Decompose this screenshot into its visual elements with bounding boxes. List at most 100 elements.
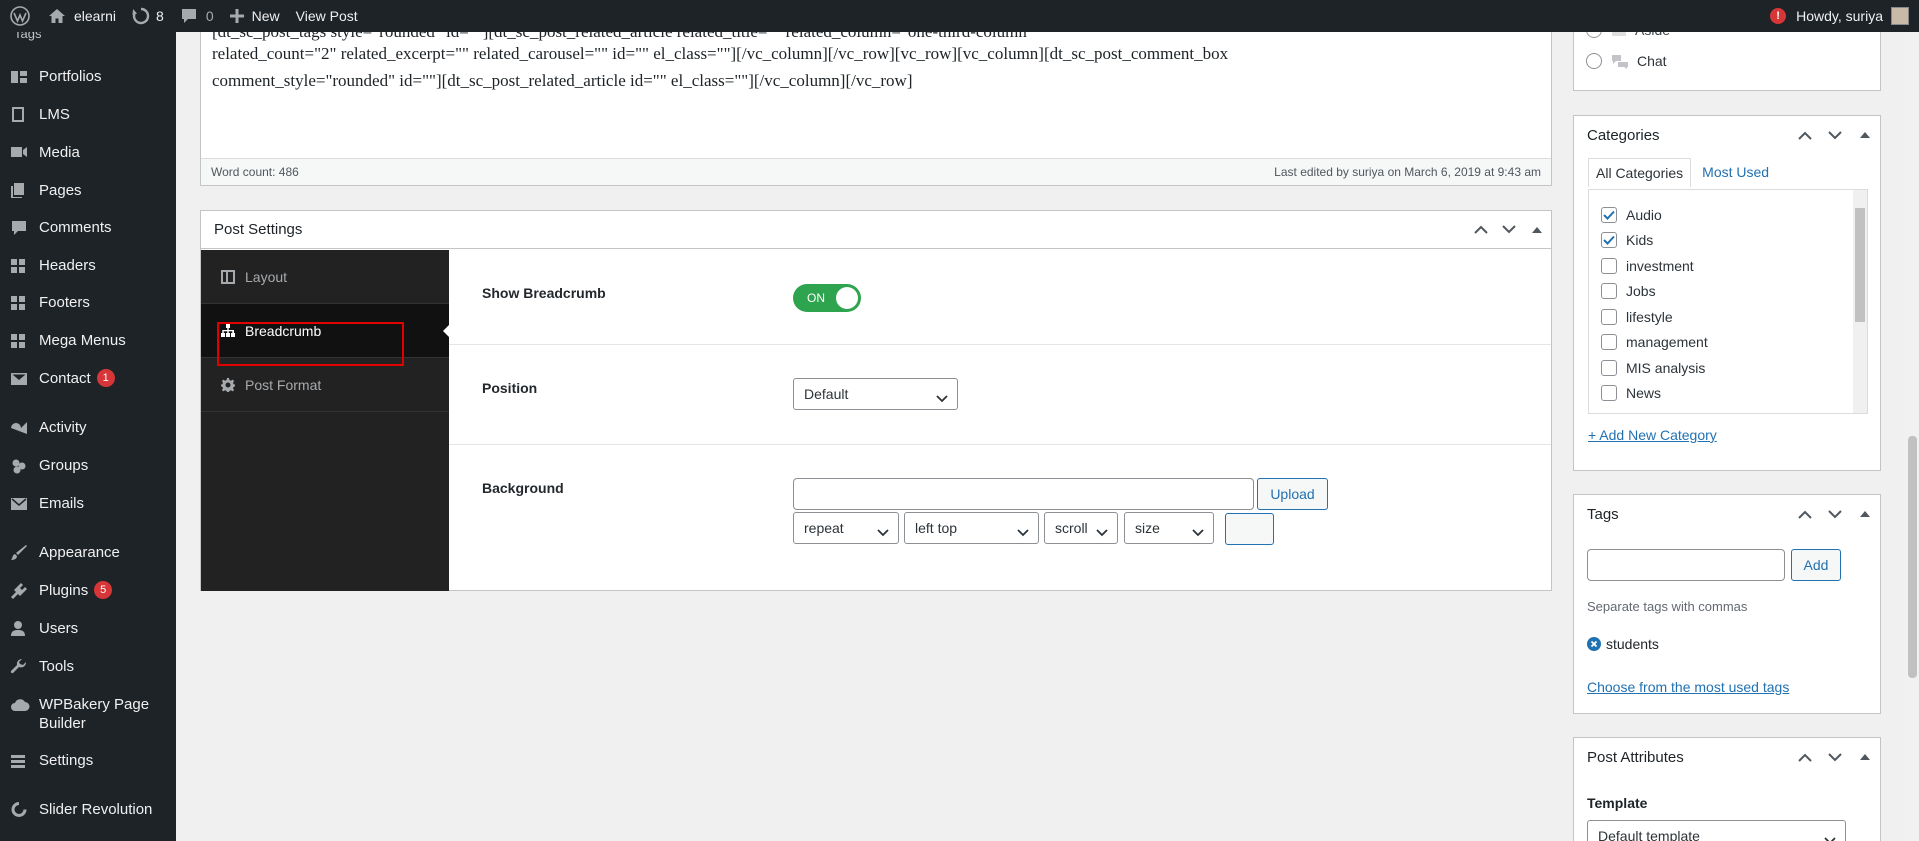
category-checkbox[interactable]: [1601, 258, 1617, 274]
category-label: management: [1626, 334, 1708, 350]
background-attachment-select[interactable]: scroll: [1044, 512, 1118, 544]
background-position-select[interactable]: left top: [904, 512, 1039, 544]
post-editor[interactable]: [dt_sc_post_tags style="rounded" id=""][…: [200, 22, 1552, 186]
tab-all-categories[interactable]: All Categories: [1588, 158, 1692, 187]
sidebar-item-label: Appearance: [39, 544, 120, 561]
sidebar-item-pages[interactable]: Pages: [0, 181, 176, 200]
category-item[interactable]: Audio: [1601, 207, 1662, 223]
category-item[interactable]: Kids: [1601, 232, 1653, 248]
category-item[interactable]: investment: [1601, 258, 1694, 274]
add-tag-button[interactable]: Add: [1791, 549, 1841, 581]
updates-link[interactable]: 8: [124, 0, 172, 32]
sidebar-item-label: Portfolios: [39, 68, 102, 85]
tab-breadcrumb[interactable]: Breadcrumb: [201, 304, 449, 358]
tab-most-used[interactable]: Most Used: [1695, 158, 1776, 187]
collapse-toggle-icon[interactable]: [1850, 116, 1880, 154]
sidebar-item-lms[interactable]: LMS: [0, 105, 176, 124]
categories-box: Categories All Categories Most Used Audi…: [1573, 115, 1881, 471]
move-down-icon[interactable]: [1820, 495, 1850, 533]
sidebar-item-users[interactable]: Users: [0, 619, 176, 638]
scrollbar-thumb[interactable]: [1908, 436, 1917, 678]
sidebar-item-tools[interactable]: Tools: [0, 657, 176, 676]
sidebar-item-portfolios[interactable]: Portfolios: [0, 67, 176, 86]
move-up-icon[interactable]: [1790, 738, 1820, 776]
category-item[interactable]: lifestyle: [1601, 309, 1673, 325]
format-option-chat[interactable]: Chat: [1586, 53, 1667, 69]
format-radio[interactable]: [1586, 53, 1602, 69]
brush-icon: [10, 543, 30, 562]
tab-post-format[interactable]: Post Format: [201, 358, 449, 412]
media-icon: [10, 143, 30, 162]
move-down-icon[interactable]: [1820, 116, 1850, 154]
category-checkbox[interactable]: [1601, 360, 1617, 376]
collapse-toggle-icon[interactable]: [1850, 738, 1880, 776]
collapse-toggle-icon[interactable]: [1850, 495, 1880, 533]
category-checkbox[interactable]: [1601, 385, 1617, 401]
wordpress-logo-icon[interactable]: [0, 0, 40, 32]
sidebar-item-plugins[interactable]: Plugins 5: [0, 581, 176, 600]
notification-badge[interactable]: !: [1770, 8, 1787, 24]
wrench-icon: [10, 657, 30, 676]
category-checkbox[interactable]: [1601, 309, 1617, 325]
background-color-picker[interactable]: [1225, 513, 1274, 545]
show-breadcrumb-row: Show Breadcrumb ON: [449, 250, 1551, 345]
add-new-category-link[interactable]: + Add New Category: [1588, 427, 1717, 443]
comments-link[interactable]: 0: [172, 0, 222, 32]
sidebar-item-label: Contact: [39, 370, 91, 387]
view-post-link[interactable]: View Post: [288, 0, 366, 32]
category-checkbox[interactable]: [1601, 232, 1617, 248]
sidebar-item-emails[interactable]: Emails: [0, 494, 176, 513]
scrollbar-thumb[interactable]: [1855, 208, 1865, 322]
category-item[interactable]: Jobs: [1601, 283, 1656, 299]
choose-most-used-tags-link[interactable]: Choose from the most used tags: [1587, 679, 1789, 695]
portfolio-icon: [10, 67, 30, 86]
sidebar-item-headers[interactable]: Headers: [0, 256, 176, 275]
comment-icon: [10, 218, 30, 237]
background-size-select[interactable]: size: [1124, 512, 1214, 544]
sidebar-item-appearance[interactable]: Appearance: [0, 543, 176, 562]
sidebar-item-activity[interactable]: Activity: [0, 418, 176, 437]
show-breadcrumb-toggle[interactable]: ON: [793, 284, 861, 312]
move-up-icon[interactable]: [1467, 211, 1495, 249]
sidebar-item-comments[interactable]: Comments: [0, 218, 176, 237]
howdy-user[interactable]: Howdy, suriya: [1796, 8, 1883, 24]
background-repeat-select[interactable]: repeat: [793, 512, 899, 544]
sidebar-item-tags[interactable]: Tags: [14, 32, 41, 41]
sidebar-item-label: Tools: [39, 658, 75, 675]
remove-tag-icon[interactable]: [1587, 637, 1601, 651]
sidebar-item-groups[interactable]: Groups: [0, 456, 176, 475]
sidebar-item-label: Slider Revolution: [39, 801, 153, 818]
sidebar-item-footers[interactable]: Footers: [0, 293, 176, 312]
position-select[interactable]: Default: [793, 378, 958, 410]
sidebar-item-contact[interactable]: Contact 1: [0, 369, 176, 388]
category-checkbox[interactable]: [1601, 334, 1617, 350]
sidebar-item-mega-menus[interactable]: Mega Menus: [0, 331, 176, 350]
collapse-toggle-icon[interactable]: [1523, 211, 1551, 249]
move-down-icon[interactable]: [1820, 738, 1850, 776]
tab-layout[interactable]: Layout: [201, 250, 449, 304]
category-item[interactable]: News: [1601, 385, 1661, 401]
move-down-icon[interactable]: [1495, 211, 1523, 249]
template-select[interactable]: Default template: [1587, 820, 1846, 841]
sidebar-item-media[interactable]: Media: [0, 143, 176, 162]
category-checkbox[interactable]: [1601, 207, 1617, 223]
category-scrollbar[interactable]: [1853, 190, 1867, 413]
grid-icon: [10, 331, 30, 350]
site-name-link[interactable]: elearni: [40, 0, 124, 32]
sidebar-item-slider-revolution[interactable]: Slider Revolution: [0, 800, 176, 819]
category-item[interactable]: management: [1601, 334, 1708, 350]
sidebar-item-label: WPBakery Page Builder: [39, 696, 150, 732]
category-checkbox[interactable]: [1601, 283, 1617, 299]
move-up-icon[interactable]: [1790, 116, 1820, 154]
new-tag-input[interactable]: [1587, 549, 1785, 581]
window-scrollbar[interactable]: [1905, 32, 1919, 841]
sidebar-item-settings[interactable]: Settings: [0, 751, 176, 770]
post-attributes-header: Post Attributes: [1574, 738, 1880, 776]
upload-button[interactable]: Upload: [1257, 478, 1328, 510]
move-up-icon[interactable]: [1790, 495, 1820, 533]
category-item[interactable]: MIS analysis: [1601, 360, 1705, 376]
background-url-input[interactable]: [793, 478, 1254, 510]
new-content-link[interactable]: New: [222, 0, 288, 32]
sidebar-item-wpbakery[interactable]: WPBakery Page Builder: [0, 695, 176, 733]
avatar[interactable]: [1891, 7, 1909, 25]
